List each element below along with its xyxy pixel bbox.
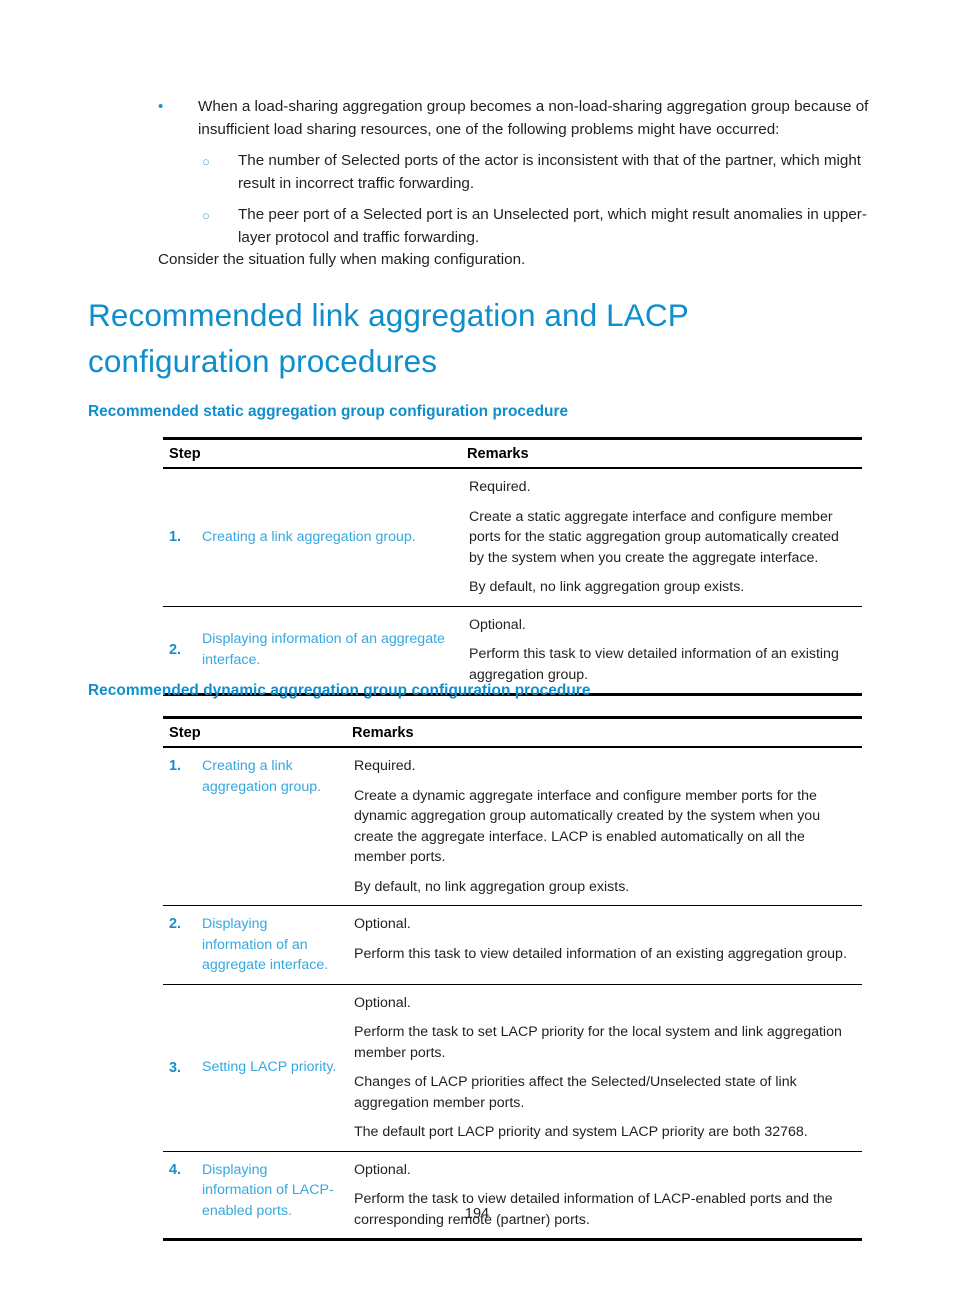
remark-paragraph: By default, no link aggregation group ex… [354, 878, 630, 895]
intro-bullet-list: • When a load-sharing aggregation group … [88, 96, 878, 259]
step-link[interactable]: Displaying information of an aggregate i… [169, 914, 338, 976]
column-header-step: Step [163, 438, 467, 469]
page-title: Recommended link aggregation and LACP co… [88, 297, 689, 379]
document-page: • When a load-sharing aggregation group … [0, 0, 954, 1296]
table-row: 1. Creating a link aggregation group. Re… [163, 468, 862, 606]
remark-paragraph: Optional. [469, 616, 526, 633]
table-row: 3. Setting LACP priority. Optional. Perf… [163, 983, 862, 1151]
step-cell: 4. Displaying information of LACP-enable… [163, 1150, 352, 1240]
page-number: 194 [464, 1206, 490, 1222]
bullet-item-level2: ○ The peer port of a Selected port is an… [198, 204, 878, 249]
remark-paragraph: Create a dynamic aggregate interface and… [354, 787, 821, 866]
table-header-row: Step Remarks [163, 438, 862, 469]
remark-paragraph: Required. [354, 758, 416, 774]
sub-bullet-text: The number of Selected ports of the acto… [238, 152, 862, 192]
step-link[interactable]: Setting LACP priority. [169, 1057, 338, 1078]
step-cell: 1. Creating a link aggregation group. [163, 747, 352, 906]
remark-paragraph: Create a static aggregate interface and … [469, 508, 839, 566]
dynamic-aggregation-procedure-table: Step Remarks 1. Creating a link aggregat… [163, 716, 862, 1241]
remark-paragraph: Optional. [354, 1161, 411, 1178]
bullet-item-level2: ○ The number of Selected ports of the ac… [198, 150, 878, 195]
step-cell: 3. Setting LACP priority. [163, 983, 352, 1151]
column-header-remarks: Remarks [352, 717, 862, 748]
remark-paragraph: Perform this task to view detailed infor… [354, 945, 847, 962]
sub-bullet-text: The peer port of a Selected port is an U… [238, 206, 867, 246]
remarks-cell: Required. Create a dynamic aggregate int… [352, 747, 862, 906]
step-link[interactable]: Creating a link aggregation group. [169, 527, 453, 548]
remark-paragraph: By default, no link aggregation group ex… [469, 579, 745, 595]
bullet-text: When a load-sharing aggregation group be… [198, 98, 869, 138]
remark-paragraph: The default port LACP priority and syste… [354, 1124, 808, 1140]
table-header-row: Step Remarks [163, 717, 862, 748]
sub-bullet-list: ○ The number of Selected ports of the ac… [198, 150, 878, 249]
remark-paragraph: Optional. [354, 916, 411, 932]
remark-paragraph: Perform the task to set LACP priority fo… [354, 1024, 842, 1061]
remark-paragraph: Perform this task to view detailed infor… [469, 646, 839, 683]
step-number: 4. [169, 1161, 182, 1178]
table-row: 4. Displaying information of LACP-enable… [163, 1150, 862, 1240]
step-number: 3. [169, 1059, 182, 1076]
circle-bullet-marker-icon: ○ [202, 208, 210, 223]
bullet-item-level1: • When a load-sharing aggregation group … [88, 96, 878, 249]
remarks-cell: Optional. Perform this task to view deta… [352, 905, 862, 984]
step-number: 2. [169, 641, 182, 658]
table-row: 1. Creating a link aggregation group. Re… [163, 747, 862, 906]
section-subheading-static: Recommended static aggregation group con… [88, 403, 569, 420]
step-number: 1. [169, 758, 182, 774]
table-row: 2. Displaying information of an aggregat… [163, 905, 862, 984]
step-number: 1. [169, 529, 182, 545]
remark-paragraph: Optional. [354, 994, 411, 1011]
column-header-step: Step [163, 717, 352, 748]
circle-bullet-marker-icon: ○ [202, 154, 210, 169]
step-link[interactable]: Creating a link aggregation group. [169, 756, 338, 797]
step-link[interactable]: Displaying information of an aggregate i… [169, 629, 453, 670]
remarks-cell: Optional. Perform the task to view detai… [352, 1150, 862, 1240]
column-header-remarks: Remarks [467, 438, 862, 469]
step-cell: 1. Creating a link aggregation group. [163, 468, 467, 606]
remark-paragraph: Required. [469, 479, 531, 495]
bullet-marker-icon: • [158, 98, 164, 115]
step-cell: 2. Displaying information of an aggregat… [163, 905, 352, 984]
static-aggregation-procedure-table: Step Remarks 1. Creating a link aggregat… [163, 437, 862, 696]
section-subheading-dynamic: Recommended dynamic aggregation group co… [88, 682, 591, 699]
remarks-cell: Required. Create a static aggregate inte… [467, 468, 862, 606]
remark-paragraph: Changes of LACP priorities affect the Se… [354, 1074, 797, 1111]
remarks-cell: Optional. Perform the task to set LACP p… [352, 983, 862, 1151]
intro-closing-paragraph: Consider the situation fully when making… [158, 251, 526, 268]
step-number: 2. [169, 916, 182, 932]
